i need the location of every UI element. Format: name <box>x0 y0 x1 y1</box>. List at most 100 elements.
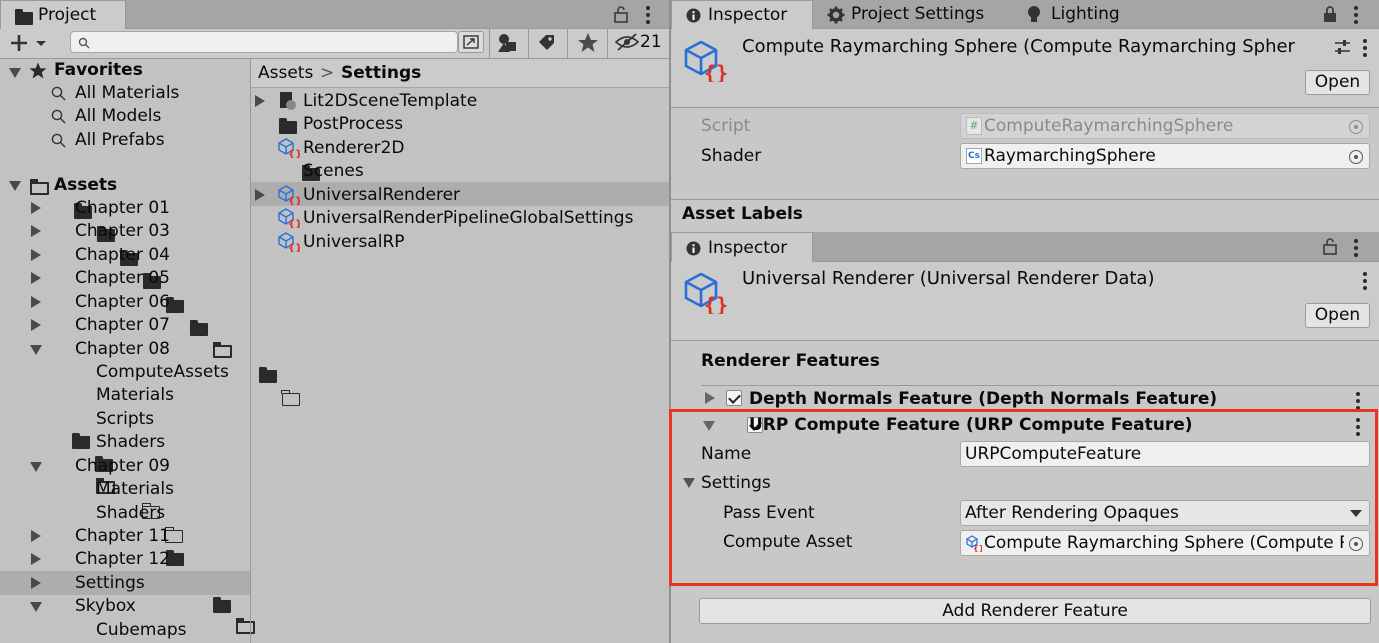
breadcrumb-assets[interactable]: Assets <box>258 62 313 84</box>
tree-item-chapter-12[interactable]: Chapter 12 <box>75 548 170 570</box>
scriptable-object-icon: {} <box>278 185 300 205</box>
tree-item-chapter-08[interactable]: Chapter 08 <box>75 338 170 360</box>
object-picker-icon[interactable] <box>1349 150 1363 164</box>
tab-lighting[interactable]: Lighting <box>1051 3 1120 25</box>
preset-icon[interactable] <box>1334 39 1351 55</box>
scriptable-object-icon: {} <box>684 272 728 314</box>
compute-shader-icon: Cs <box>966 148 982 164</box>
tree-item-shaders[interactable]: Shaders <box>96 431 165 453</box>
file-scenes[interactable]: Scenes <box>303 160 364 182</box>
chevron-down-icon[interactable] <box>30 602 42 612</box>
chevron-down-icon[interactable] <box>9 68 21 78</box>
assets-root[interactable]: Assets <box>54 174 117 196</box>
search-icon <box>51 133 66 148</box>
chevron-right-icon[interactable] <box>31 225 41 237</box>
filter-by-label-icon[interactable] <box>537 33 557 51</box>
tree-item-chapter-11[interactable]: Chapter 11 <box>75 525 170 547</box>
tree-item-cubemaps[interactable]: Cubemaps <box>96 619 187 641</box>
chevron-right-icon[interactable] <box>31 272 41 284</box>
open-button-2[interactable]: Open <box>1305 303 1370 328</box>
favorite-all-models[interactable]: All Models <box>75 105 161 127</box>
inspector-panel: Inspector Project Settings Lighting {} C… <box>669 0 1379 643</box>
tree-item-settings[interactable]: Settings <box>75 572 145 594</box>
project-menu-icon[interactable] <box>646 6 650 27</box>
folder-icon <box>72 433 90 449</box>
lock-icon[interactable] <box>1323 238 1337 255</box>
script-value: ComputeRaymarchingSphere <box>984 116 1234 136</box>
tab-inspector-2[interactable]: Inspector <box>671 232 813 262</box>
renderer-features-header: Renderer Features <box>701 351 880 371</box>
folder-icon <box>189 320 208 336</box>
chevron-down-icon[interactable] <box>9 181 21 191</box>
folder-tree: Favorites All Materials All Models All P… <box>0 59 300 643</box>
scriptable-object-icon: {} <box>684 40 728 82</box>
tab-project-settings[interactable]: Project Settings <box>851 3 984 25</box>
asset-labels-header[interactable]: Asset Labels <box>682 203 803 225</box>
header2-menu-icon[interactable] <box>1363 272 1367 293</box>
feature-depth-normals[interactable]: Depth Normals Feature (Depth Normals Fea… <box>749 388 1217 410</box>
lightbulb-icon <box>1028 6 1040 22</box>
script-label: Script <box>701 116 751 136</box>
svg-text:{}: {} <box>288 149 300 158</box>
tree-item-chapter-07[interactable]: Chapter 07 <box>75 314 170 336</box>
chevron-right-icon[interactable] <box>255 95 265 107</box>
info-icon <box>686 241 701 256</box>
chevron-right-icon[interactable] <box>31 202 41 214</box>
add-renderer-feature-button[interactable]: Add Renderer Feature <box>699 598 1371 624</box>
chevron-right-icon[interactable] <box>31 319 41 331</box>
file-urp-global-settings[interactable]: UniversalRenderPipelineGlobalSettings <box>303 207 633 229</box>
tree-item-chapter-09[interactable]: Chapter 09 <box>75 455 170 477</box>
search-scope-button[interactable] <box>458 31 484 53</box>
search-icon <box>78 37 90 49</box>
tree-item-chapter-05[interactable]: Chapter 05 <box>75 267 170 289</box>
inspector2-title: Universal Renderer (Universal Renderer D… <box>742 268 1155 289</box>
lock-icon[interactable] <box>1323 6 1337 23</box>
favorite-all-prefabs[interactable]: All Prefabs <box>75 129 165 151</box>
tree-item-computeassets[interactable]: ComputeAssets <box>96 361 229 383</box>
chevron-right-icon[interactable] <box>705 392 715 404</box>
chevron-right-icon[interactable] <box>31 553 41 565</box>
scene-search-icon <box>463 35 479 49</box>
favorite-all-materials[interactable]: All Materials <box>75 82 179 104</box>
file-universalrenderer[interactable]: UniversalRenderer <box>303 184 460 206</box>
breadcrumb-settings[interactable]: Settings <box>341 62 421 84</box>
tab-project[interactable]: Project <box>0 0 126 29</box>
search-input[interactable] <box>70 31 458 53</box>
tree-item-chapter-01[interactable]: Chapter 01 <box>75 197 170 219</box>
file-postprocess[interactable]: PostProcess <box>303 113 403 135</box>
tree-item-skybox[interactable]: Skybox <box>75 595 136 617</box>
file-universalrp[interactable]: UniversalRP <box>303 231 405 253</box>
shader-field[interactable]: Cs RaymarchingSphere <box>960 143 1370 169</box>
chevron-right-icon[interactable] <box>31 249 41 261</box>
tree-item-chapter-03[interactable]: Chapter 03 <box>75 220 170 242</box>
inspector2-menu-icon[interactable] <box>1354 239 1358 260</box>
chevron-down-icon[interactable] <box>30 345 42 355</box>
inspector-title: Compute Raymarching Sphere (Compute Raym… <box>742 36 1295 57</box>
tree-item-scripts[interactable]: Scripts <box>96 408 154 430</box>
chevron-right-icon[interactable] <box>31 530 41 542</box>
feature-enabled-checkbox[interactable] <box>726 390 742 406</box>
hidden-packages-icon[interactable] <box>614 33 640 51</box>
file-lit2dscenetemplate[interactable]: Lit2DSceneTemplate <box>303 90 477 112</box>
tree-item-materials[interactable]: Materials <box>96 384 174 406</box>
chevron-down-icon[interactable] <box>30 462 42 472</box>
create-button[interactable] <box>9 32 49 54</box>
lock-icon[interactable] <box>614 6 628 23</box>
inspector-menu-icon[interactable] <box>1354 6 1358 27</box>
file-renderer2d[interactable]: Renderer2D <box>303 137 405 159</box>
tree-item-chapter-06[interactable]: Chapter 06 <box>75 291 170 313</box>
tree-item-materials[interactable]: Materials <box>96 478 174 500</box>
tree-item-chapter-04[interactable]: Chapter 04 <box>75 244 170 266</box>
open-button[interactable]: Open <box>1305 70 1370 95</box>
favorites-header[interactable]: Favorites <box>54 59 143 81</box>
header-menu-icon[interactable] <box>1363 39 1367 60</box>
tab-inspector[interactable]: Inspector <box>671 0 813 29</box>
shader-value: RaymarchingSphere <box>984 146 1156 166</box>
chevron-right-icon[interactable] <box>31 577 41 589</box>
filter-by-type-icon[interactable] <box>497 33 519 53</box>
chevron-right-icon[interactable] <box>31 296 41 308</box>
svg-text:{}: {} <box>288 196 300 205</box>
chevron-right-icon[interactable] <box>255 189 265 201</box>
tree-item-shaders[interactable]: Shaders <box>96 502 165 524</box>
favorite-star-icon[interactable] <box>577 32 599 53</box>
